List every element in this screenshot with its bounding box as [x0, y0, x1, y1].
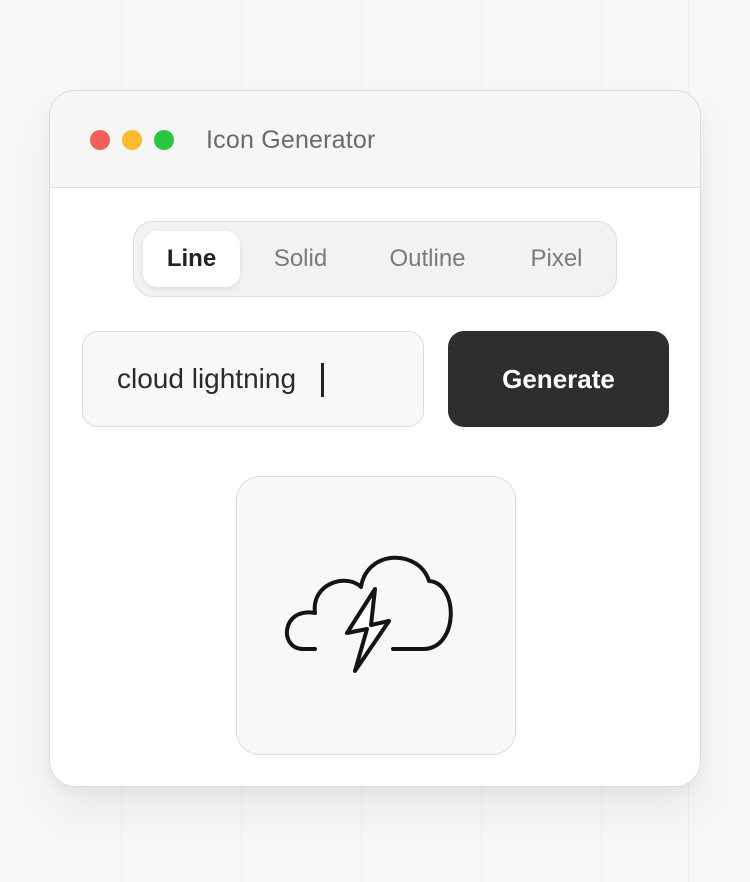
tab-line[interactable]: Line — [143, 231, 240, 287]
text-caret — [321, 363, 324, 397]
tab-outline[interactable]: Outline — [370, 231, 485, 287]
close-window-button[interactable] — [90, 130, 110, 150]
tab-solid[interactable]: Solid — [252, 231, 349, 287]
minimize-window-button[interactable] — [122, 130, 142, 150]
maximize-window-button[interactable] — [154, 130, 174, 150]
tab-pixel[interactable]: Pixel — [509, 231, 604, 287]
style-segmented-control: Line Solid Outline Pixel — [133, 221, 617, 297]
generate-button[interactable]: Generate — [448, 331, 669, 427]
icon-preview-panel — [236, 476, 516, 755]
cloud-lightning-icon — [284, 555, 453, 673]
icon-prompt-input[interactable] — [82, 331, 424, 427]
window-titlebar: Icon Generator — [50, 91, 700, 188]
window-title: Icon Generator — [206, 126, 376, 154]
icon-generator-window: Icon Generator Line Solid Outline Pixel … — [49, 90, 701, 787]
